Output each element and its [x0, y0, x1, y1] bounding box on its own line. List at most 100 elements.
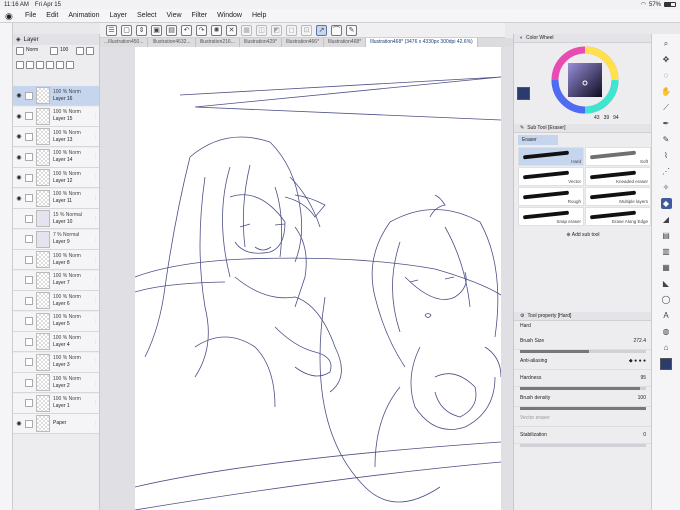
layer-lock-checkbox[interactable]	[25, 317, 33, 325]
eraser-group-tab[interactable]: Eraser	[518, 135, 558, 145]
brush-rough[interactable]: Rough	[518, 187, 584, 206]
drag-handle-icon[interactable]: ⋮	[93, 359, 99, 365]
tab-doc-2[interactable]: Illustration4632...	[148, 38, 196, 47]
balloon-icon[interactable]: ◍	[661, 326, 672, 337]
deselect-icon[interactable]: ◻	[286, 24, 297, 36]
hardness-slider[interactable]	[520, 387, 646, 390]
figure-icon[interactable]: ▥	[661, 246, 672, 257]
opacity-value[interactable]: 100	[60, 47, 74, 59]
visibility-eye-icon[interactable]: ◉	[13, 174, 25, 181]
correct-line-icon[interactable]: ⌂	[661, 342, 672, 353]
clear-icon[interactable]: ◫	[256, 24, 267, 36]
menu-view[interactable]: View	[166, 12, 181, 19]
redo-icon[interactable]: ↷	[196, 24, 207, 36]
opacity-stepper[interactable]	[50, 47, 58, 55]
layer-lock-checkbox[interactable]	[25, 399, 33, 407]
clip-icon[interactable]	[26, 61, 34, 69]
menu-select[interactable]: Select	[137, 12, 156, 19]
app-logo-icon[interactable]: ◉	[5, 11, 17, 21]
canvas-area[interactable]	[100, 47, 513, 510]
eyedropper-icon[interactable]: ⟋	[661, 102, 672, 113]
layer-lock-checkbox[interactable]	[25, 112, 33, 120]
brush-snap[interactable]: Snap eraser	[518, 207, 584, 226]
eraser-icon[interactable]: ◆	[660, 198, 672, 209]
visibility-eye-icon[interactable]: ◉	[13, 92, 25, 99]
menu-edit[interactable]: Edit	[46, 12, 58, 19]
layer-row[interactable]: 100 % Norm Layer 7 ⋮	[13, 270, 99, 291]
layer-row[interactable]: 100 % Norm Layer 6 ⋮	[13, 291, 99, 311]
blend-icon[interactable]: ✧	[661, 182, 672, 193]
tab-doc-1[interactable]: ...Illustration450...	[100, 38, 149, 47]
layer-row[interactable]: 100 % Norm Layer 2 ⋮	[13, 373, 99, 393]
anti-aliasing-options[interactable]: ◆ ● ● ●	[629, 358, 646, 364]
visibility-eye-icon[interactable]: ◉	[13, 113, 25, 120]
layer-lock-checkbox[interactable]	[25, 132, 33, 141]
frame-icon[interactable]: ▦	[661, 262, 672, 273]
layer-lock-checkbox[interactable]	[25, 358, 33, 366]
drag-handle-icon[interactable]: ⋮	[93, 400, 99, 406]
pen-icon[interactable]: ✒	[661, 118, 672, 129]
layer-lock-checkbox[interactable]	[25, 337, 33, 346]
menu-layer[interactable]: Layer	[109, 12, 127, 19]
layer-lock-checkbox[interactable]	[25, 235, 33, 243]
brush-density-value[interactable]: 100	[638, 395, 646, 401]
move-icon[interactable]: ✥	[661, 54, 672, 65]
ruler-icon[interactable]: ◣	[661, 278, 672, 289]
brush-size-row[interactable]: Brush Size 272.4	[514, 333, 652, 350]
new-folder-icon[interactable]	[86, 47, 94, 55]
main-color-swatch[interactable]	[517, 87, 530, 100]
brush-soft[interactable]: Soft	[585, 147, 651, 166]
menu-icon[interactable]: ☰	[106, 24, 117, 36]
hue-ring[interactable]	[550, 45, 620, 115]
layer-row[interactable]: 100 % Norm Layer 8 ⋮	[13, 250, 99, 270]
save-icon[interactable]: ▣	[151, 24, 162, 36]
lock-icon[interactable]	[16, 61, 24, 69]
brush-vector[interactable]: Vector	[518, 167, 584, 186]
tab-doc-3[interactable]: Illustration216...	[196, 38, 240, 47]
layer-lock-checkbox[interactable]	[25, 296, 33, 305]
fill-icon[interactable]: ▦	[241, 24, 252, 36]
layer-row[interactable]: 100 % Norm Layer 3 ⋮	[13, 352, 99, 373]
tab-doc-4[interactable]: Illustration429*	[240, 38, 282, 47]
brush-erase-along-edge[interactable]: Erase Along Edge	[585, 207, 651, 226]
stabilization-slider[interactable]	[520, 444, 646, 447]
layer-lock-checkbox[interactable]	[25, 173, 33, 182]
menu-help[interactable]: Help	[252, 12, 266, 19]
layer-lock-checkbox[interactable]	[25, 419, 33, 428]
drag-handle-icon[interactable]: ⋮	[93, 93, 99, 99]
menu-filter[interactable]: Filter	[192, 12, 208, 19]
settings-gear-icon[interactable]: ✺	[211, 24, 222, 36]
visibility-eye-icon[interactable]: ◉	[13, 154, 25, 161]
blend-mode-select[interactable]: Norm	[26, 47, 48, 59]
drag-handle-icon[interactable]: ⋮	[93, 236, 99, 242]
drag-handle-icon[interactable]: ⋮	[93, 216, 99, 222]
curve-icon[interactable]: ⌒	[331, 24, 342, 36]
vector-eraser-row[interactable]: Vector eraser	[514, 410, 652, 427]
ref-icon[interactable]	[46, 61, 54, 69]
pencil-icon[interactable]: ✎	[661, 134, 672, 145]
drag-handle-icon[interactable]: ⋮	[93, 339, 99, 345]
brush-density-slider[interactable]	[520, 407, 646, 410]
tab-doc-6[interactable]: Illustration468*	[324, 38, 367, 47]
drag-handle-icon[interactable]: ⋮	[93, 318, 99, 324]
visibility-eye-icon[interactable]: ◉	[13, 133, 25, 140]
menu-animation[interactable]: Animation	[68, 12, 99, 19]
layer-row[interactable]: ◉ Paper ⋮	[13, 414, 99, 434]
drag-handle-icon[interactable]: ⋮	[93, 257, 99, 263]
lasso-icon[interactable]: ◌	[661, 70, 672, 81]
layer-row[interactable]: ◉ 100 % Norm Layer 11 ⋮	[13, 188, 99, 209]
new-canvas-icon[interactable]: ▢	[121, 24, 132, 36]
menu-window[interactable]: Window	[217, 12, 242, 19]
tab-doc-5[interactable]: Illustration466*	[282, 38, 325, 47]
brush-density-row[interactable]: Brush density 100	[514, 390, 652, 407]
drag-handle-icon[interactable]: ⋮	[93, 134, 99, 140]
layer-lock-checkbox[interactable]	[25, 194, 33, 202]
layer-lock-checkbox[interactable]	[25, 378, 33, 387]
layer-lock-checkbox[interactable]	[25, 214, 33, 223]
sv-square[interactable]	[568, 63, 602, 97]
layer-row[interactable]: ◉ 100 % Norm Layer 16 ⋮	[13, 86, 99, 106]
drag-handle-icon[interactable]: ⋮	[93, 380, 99, 386]
drag-handle-icon[interactable]: ⋮	[93, 113, 99, 119]
fill-bucket-icon[interactable]: ◢	[661, 214, 672, 225]
export-icon[interactable]: ▤	[166, 24, 177, 36]
